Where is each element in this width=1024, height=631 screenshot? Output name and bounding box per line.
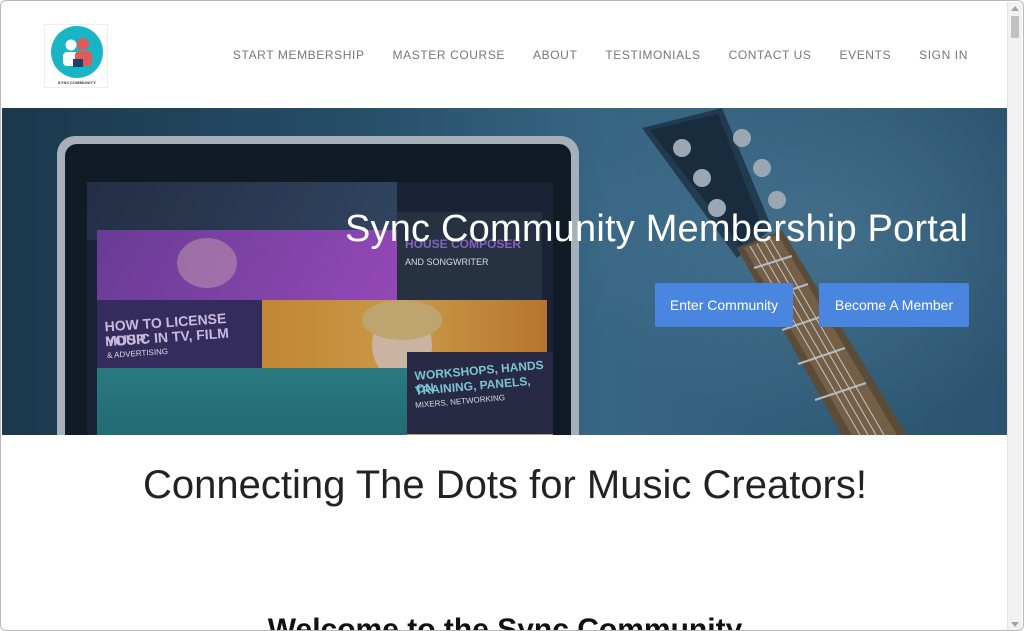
nav-events[interactable]: EVENTS: [840, 48, 892, 62]
hero-overlay: [2, 108, 1008, 435]
nav-start-membership[interactable]: START MEMBERSHIP: [233, 48, 365, 62]
nav-about[interactable]: ABOUT: [533, 48, 577, 62]
scrollbar-thumb[interactable]: [1011, 16, 1019, 38]
nav-testimonials[interactable]: TESTIMONIALS: [605, 48, 700, 62]
scroll-up-arrow-icon[interactable]: [1011, 6, 1019, 11]
browser-page: SYNCCOMMUNITY START MEMBERSHIP MASTER CO…: [0, 0, 1024, 631]
nav-contact-us[interactable]: CONTACT US: [729, 48, 812, 62]
logo-text: SYNCCOMMUNITY: [57, 80, 97, 85]
hero-banner: HOUSE COMPOSER AND SONGWRITER HOW TO LIC…: [2, 108, 1008, 435]
vertical-scrollbar[interactable]: [1007, 2, 1022, 630]
enter-community-button[interactable]: Enter Community: [655, 283, 793, 327]
main-nav: START MEMBERSHIP MASTER COURSE ABOUT TES…: [205, 48, 968, 62]
welcome-heading: Welcome to the Sync Community: [267, 613, 743, 631]
site-header: SYNCCOMMUNITY START MEMBERSHIP MASTER CO…: [2, 2, 1008, 108]
tagline-heading: Connecting The Dots for Music Creators!: [142, 463, 867, 507]
nav-sign-in[interactable]: SIGN IN: [919, 48, 968, 62]
people-circle-logo-icon: [51, 26, 103, 78]
scroll-down-arrow-icon[interactable]: [1011, 622, 1019, 627]
hero-title: Sync Community Membership Portal: [344, 208, 968, 250]
nav-master-course[interactable]: MASTER COURSE: [393, 48, 505, 62]
site-logo[interactable]: SYNCCOMMUNITY: [44, 24, 108, 88]
become-member-button[interactable]: Become A Member: [819, 283, 969, 327]
